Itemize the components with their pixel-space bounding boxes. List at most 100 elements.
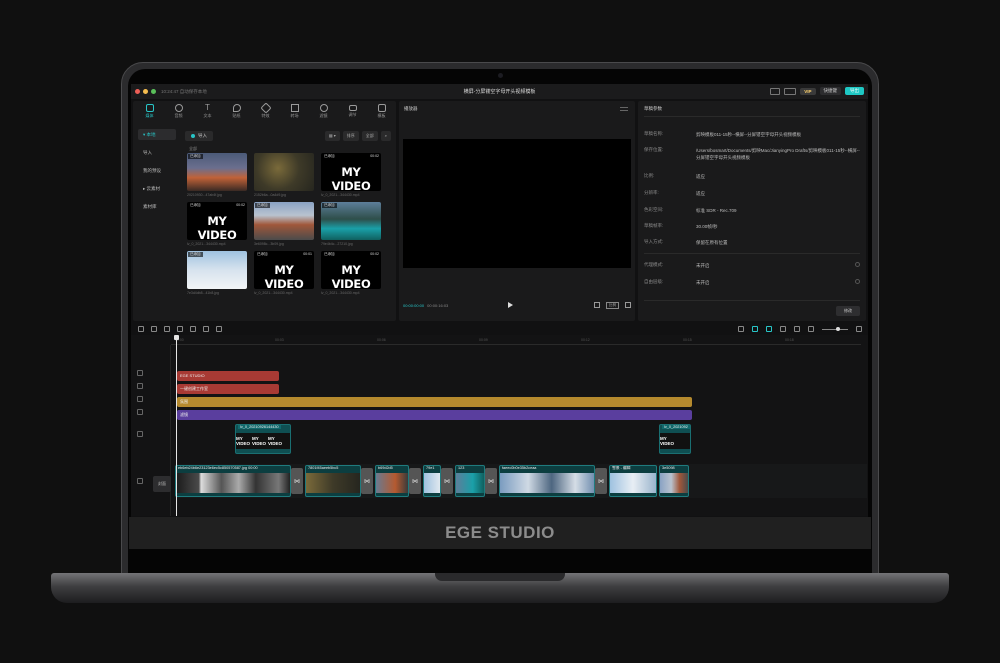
auto-snap-icon[interactable]: [766, 326, 772, 332]
close-window-button[interactable]: [135, 89, 140, 94]
maximize-window-button[interactable]: [151, 89, 156, 94]
video-clip[interactable]: 雪景 - 编辑: [609, 465, 657, 497]
tab-template[interactable]: 模板: [367, 101, 396, 121]
sidebar-item-presets[interactable]: 我的预设: [138, 165, 176, 176]
trim-left-icon[interactable]: [190, 326, 196, 332]
transition-icon[interactable]: ⋈: [291, 468, 303, 494]
transition-icon[interactable]: ⋈: [485, 468, 497, 494]
media-item[interactable]: 已添加 7e3d4db8...41b8.jpg: [187, 251, 247, 295]
zoom-out-icon[interactable]: [808, 326, 814, 332]
timeline[interactable]: 00:00 00:03 00:06 00:09 00:12 00:15 00:1…: [131, 335, 868, 516]
redo-icon[interactable]: [164, 326, 170, 332]
modify-button[interactable]: 修改: [836, 306, 860, 316]
time-ruler[interactable]: 00:00 00:03 00:06 00:09 00:12 00:15 00:1…: [171, 335, 861, 345]
playhead[interactable]: [174, 335, 179, 516]
media-thumbnail: [254, 153, 314, 191]
video-clip[interactable]: 3e5098: [659, 465, 689, 497]
media-item[interactable]: 2152b6a...0a4d9.jpg: [254, 153, 314, 197]
transition-icon[interactable]: ⋈: [441, 468, 453, 494]
media-item[interactable]: 已添加 3e6098c...3b09.jpg: [254, 202, 314, 246]
text-clip[interactable]: EGE STUDIO: [177, 371, 279, 381]
watermark-band: EGE STUDIO: [129, 517, 871, 549]
zoom-in-icon[interactable]: [856, 326, 862, 332]
sidebar-item-library[interactable]: 素材库: [138, 201, 176, 212]
tab-effects[interactable]: 特效: [251, 101, 280, 121]
filter-clip[interactable]: 滤镜: [177, 410, 692, 420]
sidebar-item-local[interactable]: ▾ 本地: [138, 129, 176, 140]
media-thumbnail: 已添加: [187, 153, 247, 191]
draft-params-panel: 草稿参数 草稿名称: 剪映模板011-15秒--横屏--分屏镂空字母开头视频模板 …: [638, 101, 866, 321]
layout-icon[interactable]: [784, 87, 797, 95]
video-clip[interactable]: eb6eb24b6e23123e6ec5c850570587.jpg 00:00: [175, 465, 291, 497]
video-clip[interactable]: 79e1: [423, 465, 441, 497]
effect-clip[interactable]: 氛围: [177, 397, 692, 407]
main-video-track[interactable]: eb6eb24b6e23123e6ec5c850570587.jpg 00:00…: [175, 464, 867, 498]
fullscreen-icon[interactable]: [625, 302, 631, 308]
search-icon[interactable]: ⌕: [380, 131, 391, 141]
cover-button[interactable]: 封面: [153, 476, 171, 492]
window-title: 横屏-分屏镂空字母开头视频模板: [463, 89, 536, 95]
microphone-icon[interactable]: [738, 326, 744, 332]
media-item[interactable]: 已添加 79e4b4c...27210.jpg: [321, 202, 381, 246]
play-icon[interactable]: [508, 302, 514, 308]
select-tool-icon[interactable]: [138, 326, 144, 332]
filter-icon: [319, 103, 328, 112]
preview-axis-icon[interactable]: [794, 326, 800, 332]
transition-icon[interactable]: ⋈: [361, 468, 373, 494]
tab-media[interactable]: 媒体: [135, 101, 164, 121]
media-item[interactable]: 已添加 00:02 MY VIDEO lv_0_2021...344430.mp…: [321, 251, 381, 295]
tab-filter[interactable]: 滤镜: [309, 101, 338, 121]
export-button[interactable]: 导出: [845, 87, 864, 95]
transition-icon: [290, 103, 299, 112]
tab-sticker[interactable]: 贴纸: [222, 101, 251, 121]
shortcut-button[interactable]: 快捷键: [819, 87, 841, 95]
sidebar-item-import[interactable]: 导入: [138, 147, 176, 158]
keyboard-icon[interactable]: [770, 87, 781, 95]
vip-badge[interactable]: VIP: [800, 87, 816, 95]
sidebar-item-cloud[interactable]: ▸ 云素材: [138, 183, 176, 194]
player-menu-icon[interactable]: [620, 107, 628, 111]
link-icon[interactable]: [780, 326, 786, 332]
media-item[interactable]: 已添加 00:02 MY VIDEO lv_0_2021...344430.mp…: [321, 153, 381, 197]
video-clip[interactable]: 7801f45aeeb5bc5: [305, 465, 361, 497]
video-clip[interactable]: 123: [455, 465, 485, 497]
autosave-status: 10:24:47 自动保存本地: [161, 88, 207, 94]
delete-icon[interactable]: [216, 326, 222, 332]
template-icon: [377, 103, 386, 112]
audio-icon: [174, 103, 183, 112]
media-item[interactable]: 已添加 00:02 MY VIDEO lv_0_2021...344430.mp…: [187, 202, 247, 246]
zoom-slider-handle[interactable]: [836, 326, 840, 331]
import-icon: [191, 134, 195, 138]
zoom-slider[interactable]: [822, 326, 848, 331]
media-item[interactable]: 已添加 00:01 MY VIDEO lv_0_2021...344430.mp…: [254, 251, 314, 295]
overlay-clip[interactable]: lv_0_20210926144430 MY VIDEO MY VIDEO MY…: [235, 424, 291, 454]
tab-transition[interactable]: 转场: [280, 101, 309, 121]
main-track-magnet-icon[interactable]: [752, 326, 758, 332]
split-icon[interactable]: [177, 326, 183, 332]
media-thumbnail: 已添加 00:02 MY VIDEO: [321, 153, 381, 191]
sort-button[interactable]: 排序: [342, 131, 359, 141]
tab-adjust[interactable]: 调节: [338, 101, 367, 121]
video-clip[interactable]: b69d2d5: [375, 465, 409, 497]
tab-text[interactable]: T 文本: [193, 101, 222, 121]
ratio-button[interactable]: 比例: [606, 301, 619, 309]
effect-track-icon: [137, 396, 143, 402]
tab-audio[interactable]: 音频: [164, 101, 193, 121]
view-toggle-button[interactable]: ▦ ▾: [324, 131, 340, 141]
video-clip[interactable]: faeec0b0e35b2ceaa: [499, 465, 595, 497]
video-preview[interactable]: [403, 139, 631, 268]
info-icon[interactable]: [855, 262, 860, 267]
undo-icon[interactable]: [151, 326, 157, 332]
media-thumbnail: 已添加: [187, 251, 247, 289]
trim-right-icon[interactable]: [203, 326, 209, 332]
filter-all-button[interactable]: 全部: [361, 131, 378, 141]
text-clip[interactable]: 一键创建工作室: [177, 384, 279, 394]
minimize-window-button[interactable]: [143, 89, 148, 94]
crop-icon[interactable]: [594, 302, 600, 308]
overlay-clip[interactable]: lv_0_2021092 MY VIDEO: [659, 424, 691, 454]
transition-icon[interactable]: ⋈: [595, 468, 607, 494]
transition-icon[interactable]: ⋈: [409, 468, 421, 494]
info-icon[interactable]: [855, 279, 860, 284]
media-item[interactable]: 已添加 20210930...47ab4f.jpg: [187, 153, 247, 197]
import-button[interactable]: 导入: [185, 131, 213, 141]
